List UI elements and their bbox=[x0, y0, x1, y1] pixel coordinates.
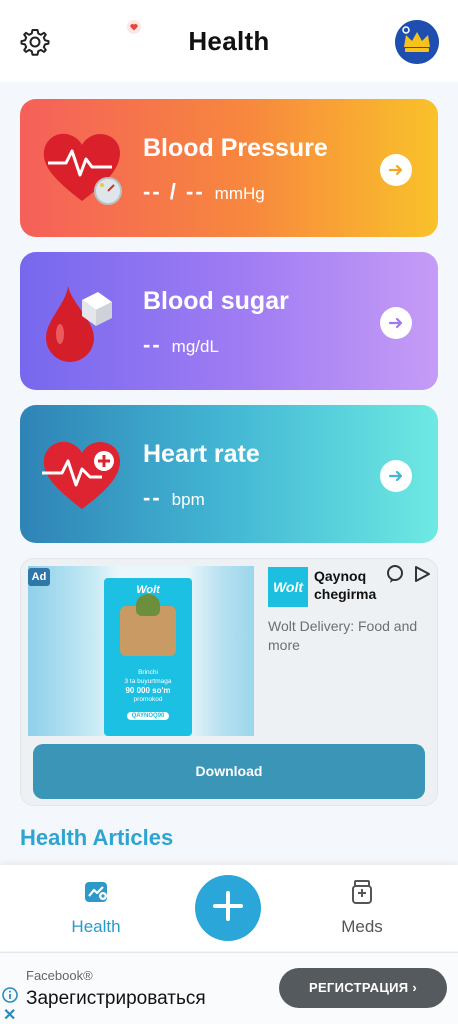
banner-text[interactable]: Зарегистрироваться bbox=[26, 988, 206, 1010]
advertiser-logo[interactable]: Wolt bbox=[268, 567, 308, 607]
nav-label-meds: Meds bbox=[341, 917, 383, 936]
card-title: Heart rate bbox=[143, 440, 260, 468]
arrow-right-icon[interactable] bbox=[380, 460, 412, 492]
blood-pressure-card[interactable]: Blood Pressure -- / -- mmHg bbox=[20, 99, 438, 237]
heart-rate-icon bbox=[36, 429, 136, 519]
food-bag-image bbox=[120, 594, 176, 656]
close-icon[interactable]: ✕ bbox=[3, 1005, 16, 1024]
ad-title[interactable]: Qaynoq chegirma bbox=[314, 567, 384, 603]
play-icon[interactable] bbox=[412, 564, 432, 584]
meds-icon bbox=[349, 879, 375, 905]
adchoices-icon[interactable] bbox=[385, 564, 405, 584]
app-header: Health bbox=[0, 0, 458, 82]
add-button[interactable] bbox=[195, 875, 261, 941]
ad-promo-creative: Wolt Brinchi 3 ta buyurtmaga 90 000 so'm… bbox=[104, 578, 192, 736]
crown-icon[interactable] bbox=[395, 20, 439, 64]
register-button[interactable]: РЕГИСТРАЦИЯ › bbox=[279, 968, 447, 1008]
promo-line1: Brinchi bbox=[138, 669, 158, 676]
card-value: -- / -- mmHg bbox=[143, 179, 265, 204]
health-chart-icon bbox=[83, 879, 109, 905]
card-unit: mg/dL bbox=[171, 337, 219, 356]
arrow-right-icon[interactable] bbox=[380, 154, 412, 186]
bottom-nav: Health Meds bbox=[0, 865, 458, 951]
heart-pressure-icon bbox=[36, 123, 136, 213]
card-value: -- bpm bbox=[143, 485, 205, 510]
card-unit: mmHg bbox=[214, 184, 265, 203]
card-unit: bpm bbox=[171, 490, 205, 509]
plus-icon bbox=[211, 889, 245, 928]
download-button[interactable]: Download bbox=[33, 744, 425, 799]
banner-ad[interactable]: ✕ Facebook® Зарегистрироваться РЕГИСТРАЦ… bbox=[0, 952, 458, 1024]
promo-code: QAYNOQ90 bbox=[126, 712, 170, 720]
card-value: -- mg/dL bbox=[143, 332, 219, 357]
blood-sugar-card[interactable]: Blood sugar -- mg/dL bbox=[20, 252, 438, 390]
heart-rate-card[interactable]: Heart rate -- bpm bbox=[20, 405, 438, 543]
promo-line3: promokod bbox=[133, 696, 163, 703]
arrow-right-icon[interactable] bbox=[380, 307, 412, 339]
page-title: Health bbox=[188, 26, 270, 56]
card-title: Blood sugar bbox=[143, 287, 289, 315]
nav-item-meds[interactable]: Meds bbox=[322, 879, 402, 939]
promo-line2: 3 ta buyurtmaga bbox=[124, 678, 172, 685]
nav-label-health: Health bbox=[71, 917, 121, 936]
ad-image[interactable]: Wolt Brinchi 3 ta buyurtmaga 90 000 so'm… bbox=[28, 566, 254, 736]
info-icon[interactable] bbox=[2, 987, 18, 1003]
section-title: Health Articles bbox=[20, 825, 174, 850]
ad-description: Wolt Delivery: Food and more bbox=[268, 618, 418, 653]
native-ad[interactable]: Wolt Brinchi 3 ta buyurtmaga 90 000 so'm… bbox=[20, 558, 438, 806]
ad-badge: Ad bbox=[28, 568, 50, 586]
nav-item-health[interactable]: Health bbox=[56, 879, 136, 939]
promo-amount: 90 000 so'm bbox=[125, 686, 171, 695]
blood-drop-icon bbox=[36, 276, 136, 366]
banner-source: Facebook® bbox=[26, 968, 93, 983]
card-title: Blood Pressure bbox=[143, 134, 328, 162]
